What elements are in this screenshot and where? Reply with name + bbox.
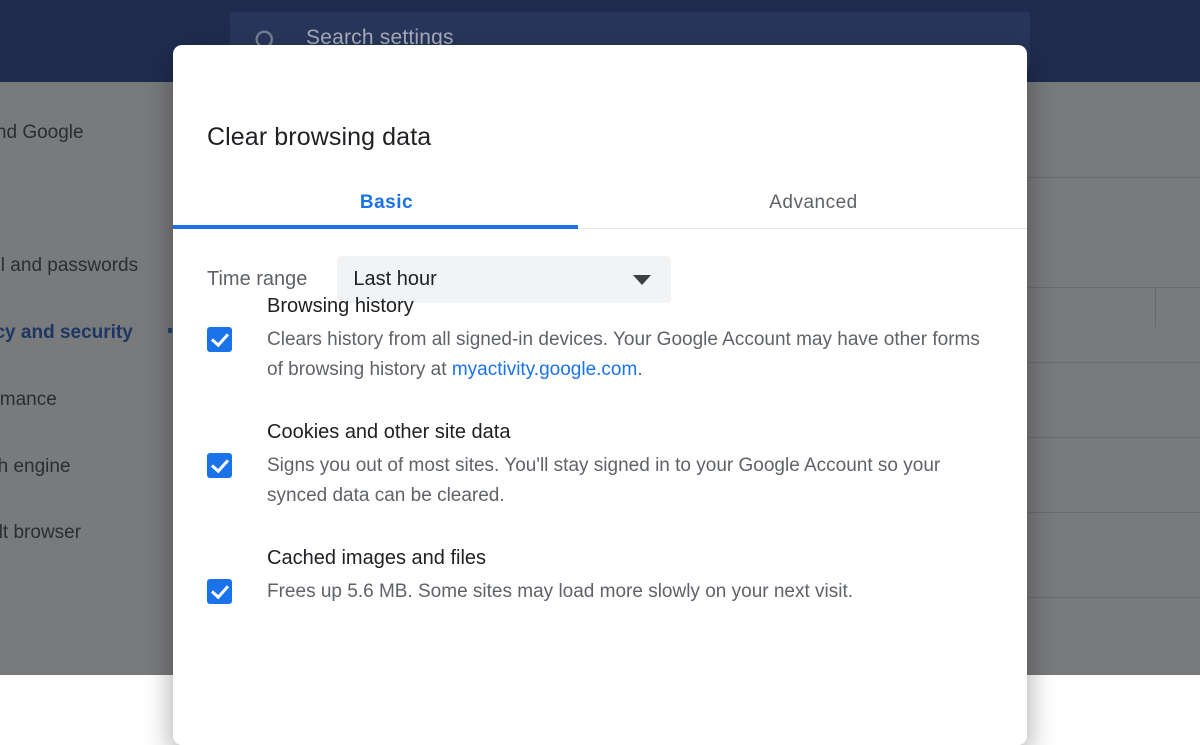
option-text-block: Cached images and files Frees up 5.6 MB.… — [267, 545, 997, 607]
myactivity-link[interactable]: myactivity.google.com — [452, 359, 638, 380]
clear-browsing-data-dialog: Clear browsing data Basic Advanced Time … — [173, 45, 1027, 745]
checkbox-cached-images-and-files[interactable] — [207, 579, 232, 604]
checkbox-wrap — [207, 293, 267, 352]
option-row-browsing-history: Browsing history Clears history from all… — [207, 293, 997, 385]
checkbox-cookies-and-site-data[interactable] — [207, 453, 232, 478]
dialog-tabs: Basic Advanced — [173, 176, 1027, 229]
time-range-label: Time range — [207, 268, 308, 290]
option-description-text: Signs you out of most sites. You'll stay… — [267, 455, 941, 506]
dialog-title: Clear browsing data — [207, 123, 432, 151]
option-description: Signs you out of most sites. You'll stay… — [267, 451, 997, 511]
option-title: Cookies and other site data — [267, 421, 511, 443]
tab-advanced[interactable]: Advanced — [600, 176, 1027, 229]
option-description-text: Frees up 5.6 MB. Some sites may load mor… — [267, 581, 854, 602]
option-description: Clears history from all signed-in device… — [267, 325, 997, 385]
option-row-cached-images: Cached images and files Frees up 5.6 MB.… — [207, 545, 997, 607]
tab-basic[interactable]: Basic — [173, 176, 600, 229]
option-text-block: Browsing history Clears history from all… — [267, 293, 997, 385]
checkbox-wrap — [207, 545, 267, 604]
option-row-cookies: Cookies and other site data Signs you ou… — [207, 419, 997, 511]
clear-options-list: Browsing history Clears history from all… — [207, 293, 997, 641]
chevron-down-icon — [633, 274, 652, 285]
option-title: Browsing history — [267, 295, 414, 317]
option-text-block: Cookies and other site data Signs you ou… — [267, 419, 997, 511]
option-title: Cached images and files — [267, 547, 487, 569]
option-description-tail: . — [637, 359, 643, 380]
checkbox-browsing-history[interactable] — [207, 327, 232, 352]
option-description: Frees up 5.6 MB. Some sites may load mor… — [267, 577, 997, 607]
tabs-active-indicator — [173, 225, 578, 229]
checkbox-wrap — [207, 419, 267, 478]
time-range-value: Last hour — [353, 268, 437, 290]
